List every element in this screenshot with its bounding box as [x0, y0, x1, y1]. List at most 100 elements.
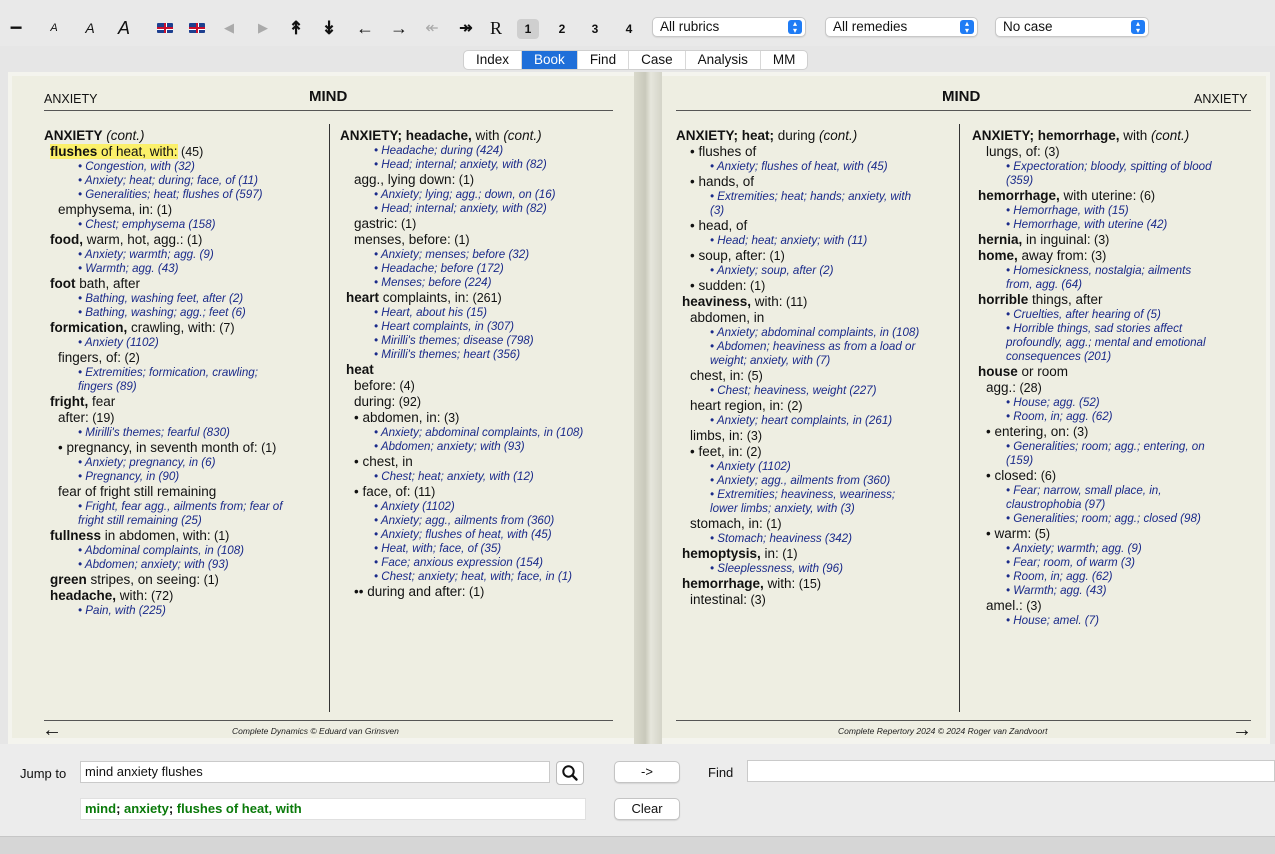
rubric-line[interactable]: • soup, after: (1) [676, 248, 956, 264]
rubric-line[interactable]: heart complaints, in: (261) [340, 290, 630, 306]
cross-reference-link[interactable]: (159) [972, 454, 1262, 468]
cross-reference-link[interactable]: (3) [676, 204, 956, 218]
rubric-line[interactable]: foot bath, after [44, 276, 326, 292]
cross-reference-link[interactable]: • Warmth; agg. (43) [972, 584, 1262, 598]
go-button[interactable]: -> [614, 761, 680, 783]
cross-reference-link[interactable]: • Cruelties, after hearing of (5) [972, 308, 1262, 322]
cross-reference-link[interactable]: • Heat, with; face, of (35) [340, 542, 630, 556]
font-large-button[interactable]: A [113, 18, 135, 38]
cross-reference-link[interactable]: • Bathing, washing; agg.; feet (6) [44, 306, 326, 320]
find-input[interactable] [747, 760, 1275, 782]
cross-reference-link[interactable]: • Anxiety; abdominal complaints, in (108… [340, 426, 630, 440]
case-filter-select[interactable]: No case ▴ ▾ [995, 17, 1149, 37]
rubric-line[interactable]: house or room [972, 364, 1262, 380]
rubric-line[interactable]: agg., lying down: (1) [340, 172, 630, 188]
cross-reference-link[interactable]: • Fear; room, of warm (3) [972, 556, 1262, 570]
cross-reference-link[interactable]: (359) [972, 174, 1262, 188]
level-2-button[interactable]: 2 [551, 19, 573, 39]
rubric-line[interactable]: home, away from: (3) [972, 248, 1262, 264]
rubric-line[interactable]: ANXIETY (cont.) [44, 128, 326, 144]
rubric-line[interactable]: menses, before: (1) [340, 232, 630, 248]
search-button[interactable] [556, 761, 584, 785]
level-4-button[interactable]: 4 [618, 19, 640, 39]
forward-double-icon[interactable]: ↠ [456, 18, 476, 38]
rubric-line[interactable]: lungs, of: (3) [972, 144, 1262, 160]
rubric-line[interactable]: heaviness, with: (11) [676, 294, 956, 310]
cross-reference-link[interactable]: • Warmth; agg. (43) [44, 262, 326, 276]
cross-reference-link[interactable]: • Mirilli's themes; fearful (830) [44, 426, 326, 440]
cross-reference-link[interactable]: • Pain, with (225) [44, 604, 326, 618]
cross-reference-link[interactable]: weight; anxiety, with (7) [676, 354, 956, 368]
rubric-line[interactable]: ANXIETY; headache, with (cont.) [340, 128, 630, 144]
level-1-button[interactable]: 1 [517, 19, 539, 39]
rubric-line[interactable]: heart region, in: (2) [676, 398, 956, 414]
cross-reference-link[interactable]: • Abdomen; anxiety; with (93) [44, 558, 326, 572]
cross-reference-link[interactable]: from, agg. (64) [972, 278, 1262, 292]
rubric-line[interactable]: agg.: (28) [972, 380, 1262, 396]
cross-reference-link[interactable]: • Anxiety; flushes of heat, with (45) [340, 528, 630, 542]
cross-reference-link[interactable]: • Headache; during (424) [340, 144, 630, 158]
cross-reference-link[interactable]: • Anxiety; heat; during; face, of (11) [44, 174, 326, 188]
rubric-line[interactable]: limbs, in: (3) [676, 428, 956, 444]
rubric-line[interactable]: food, warm, hot, agg.: (1) [44, 232, 326, 248]
jump-to-input[interactable]: mind anxiety flushes [80, 761, 550, 783]
back-double-icon[interactable]: ↞ [422, 18, 442, 38]
rubric-line[interactable]: amel.: (3) [972, 598, 1262, 614]
forward-arrow-button[interactable]: → [1232, 720, 1252, 740]
remedy-filter-select[interactable]: All remedies ▴ ▾ [825, 17, 978, 37]
cross-reference-link[interactable]: • Sleeplessness, with (96) [676, 562, 956, 576]
rubric-line[interactable]: abdomen, in [676, 310, 956, 326]
cross-reference-link[interactable]: • Fear; narrow, small place, in, [972, 484, 1262, 498]
cross-reference-link[interactable]: • Head; heat; anxiety; with (11) [676, 234, 956, 248]
rubric-line[interactable]: fullness in abdomen, with: (1) [44, 528, 326, 544]
rubric-line[interactable]: • closed: (6) [972, 468, 1262, 484]
cross-reference-link[interactable]: • Chest; emphysema (158) [44, 218, 326, 232]
rubric-line[interactable]: hernia, in inguinal: (3) [972, 232, 1262, 248]
rubric-line[interactable]: ANXIETY; hemorrhage, with (cont.) [972, 128, 1262, 144]
rubric-line[interactable]: •• during and after: (1) [340, 584, 630, 600]
next-icon[interactable]: ▶ [254, 18, 272, 38]
rubric-line[interactable]: hemoptysis, in: (1) [676, 546, 956, 562]
rubric-line[interactable]: stomach, in: (1) [676, 516, 956, 532]
back-arrow-button[interactable]: ← [42, 720, 62, 740]
cross-reference-link[interactable]: • Mirilli's themes; heart (356) [340, 348, 630, 362]
rubric-line[interactable]: • hands, of [676, 174, 956, 190]
rubric-line[interactable]: during: (92) [340, 394, 630, 410]
rubric-line[interactable]: • pregnancy, in seventh month of: (1) [44, 440, 326, 456]
cross-reference-link[interactable]: • Abdominal complaints, in (108) [44, 544, 326, 558]
cross-reference-link[interactable]: • Extremities; heat; hands; anxiety, wit… [676, 190, 956, 204]
cross-reference-link[interactable]: • Pregnancy, in (90) [44, 470, 326, 484]
cross-reference-link[interactable]: • House; amel. (7) [972, 614, 1262, 628]
cross-reference-link[interactable]: • Homesickness, nostalgia; ailments [972, 264, 1262, 278]
up-icon[interactable]: ↟ [287, 18, 305, 38]
cross-reference-link[interactable]: • Generalities; room; agg.; closed (98) [972, 512, 1262, 526]
english-flag-icon-2[interactable] [188, 18, 206, 38]
level-3-button[interactable]: 3 [584, 19, 606, 39]
cross-reference-link[interactable]: • House; agg. (52) [972, 396, 1262, 410]
cross-reference-link[interactable]: • Chest; heaviness, weight (227) [676, 384, 956, 398]
rubric-line[interactable]: fear of fright still remaining [44, 484, 326, 500]
cross-reference-link[interactable]: • Bathing, washing feet, after (2) [44, 292, 326, 306]
cross-reference-link[interactable]: • Mirilli's themes; disease (798) [340, 334, 630, 348]
rubric-line[interactable]: fright, fear [44, 394, 326, 410]
cross-reference-link[interactable]: • Anxiety; heart complaints, in (261) [676, 414, 956, 428]
rubric-line[interactable]: • feet, in: (2) [676, 444, 956, 460]
down-icon[interactable]: ↡ [320, 18, 338, 38]
cross-reference-link[interactable]: • Anxiety; warmth; agg. (9) [972, 542, 1262, 556]
cross-reference-link[interactable]: lower limbs; anxiety, with (3) [676, 502, 956, 516]
cross-reference-link[interactable]: • Room, in; agg. (62) [972, 570, 1262, 584]
rubric-line[interactable]: flushes of heat, with: (45) [44, 144, 326, 160]
rubric-line[interactable]: • chest, in [340, 454, 630, 470]
cross-reference-link[interactable]: • Extremities; formication, crawling; [44, 366, 326, 380]
cross-reference-link[interactable]: • Abdomen; anxiety; with (93) [340, 440, 630, 454]
rubric-line[interactable]: formication, crawling, with: (7) [44, 320, 326, 336]
cross-reference-link[interactable]: • Anxiety; flushes of heat, with (45) [676, 160, 956, 174]
cross-reference-link[interactable]: profoundly, agg.; mental and emotional [972, 336, 1262, 350]
cross-reference-link[interactable]: consequences (201) [972, 350, 1262, 364]
r-button[interactable]: R [487, 18, 505, 38]
english-flag-icon[interactable] [156, 18, 174, 38]
rubric-line[interactable]: ANXIETY; heat; during (cont.) [676, 128, 956, 144]
cross-reference-link[interactable]: • Hemorrhage, with uterine (42) [972, 218, 1262, 232]
rubric-line[interactable]: hemorrhage, with uterine: (6) [972, 188, 1262, 204]
cross-reference-link[interactable]: claustrophobia (97) [972, 498, 1262, 512]
